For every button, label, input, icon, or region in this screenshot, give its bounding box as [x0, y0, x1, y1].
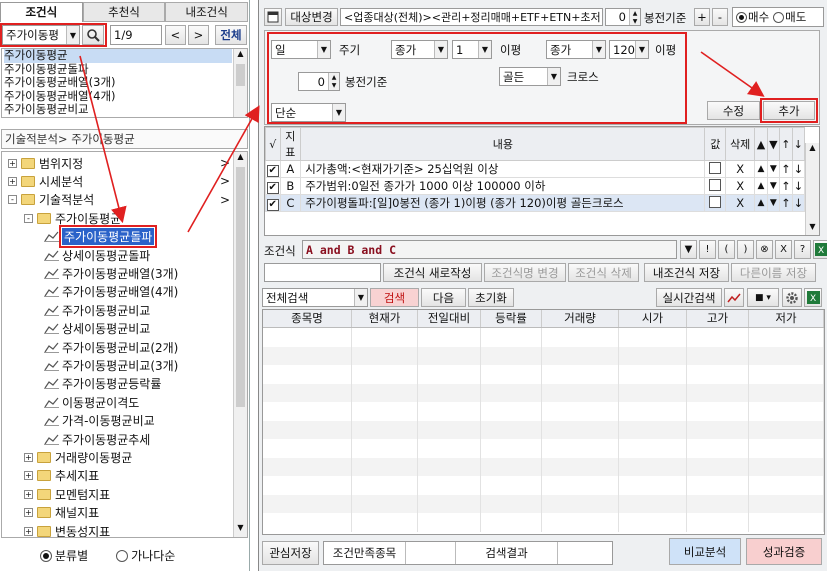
- annotation-arrows: [79, 51, 765, 233]
